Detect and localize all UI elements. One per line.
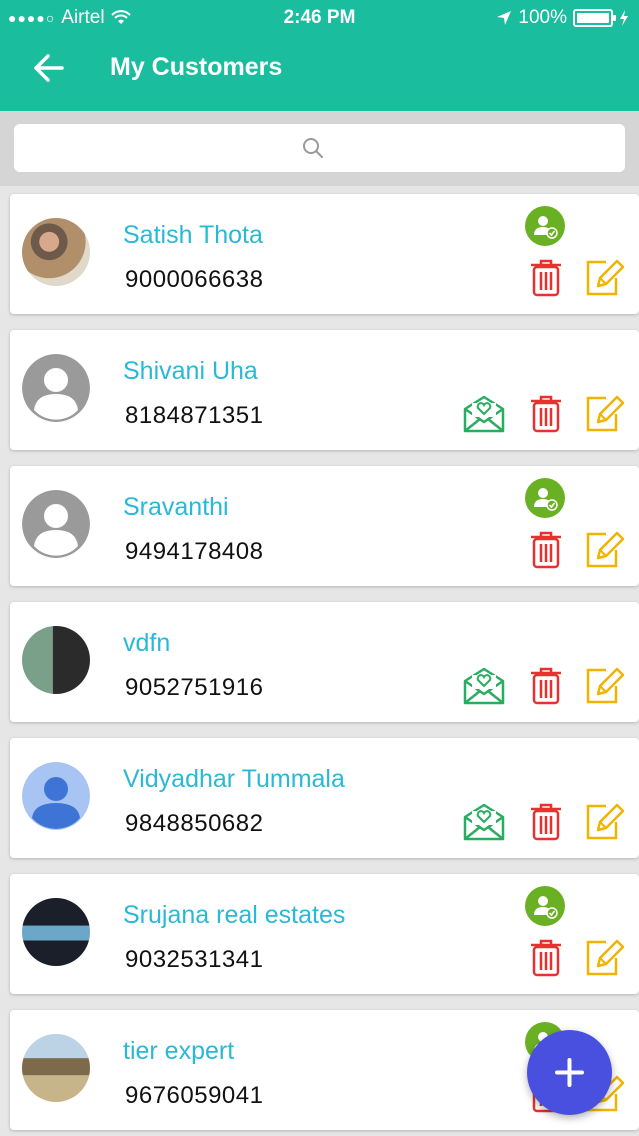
delete-button[interactable] bbox=[527, 528, 565, 570]
invite-button[interactable] bbox=[462, 666, 506, 706]
customer-card[interactable]: Satish Thota 9000066638 bbox=[10, 194, 639, 314]
customer-card[interactable]: Shivani Uha 8184871351 bbox=[10, 330, 639, 450]
status-right: 100% bbox=[496, 7, 629, 29]
customer-phone: 8184871351 bbox=[125, 402, 264, 429]
edit-button[interactable] bbox=[584, 800, 628, 842]
edit-icon bbox=[586, 803, 625, 840]
page-title: My Customers bbox=[110, 53, 283, 81]
customer-phone: 9494178408 bbox=[125, 538, 264, 565]
battery-percent: 100% bbox=[518, 7, 567, 28]
edit-button[interactable] bbox=[584, 936, 628, 978]
customer-phone: 9032531341 bbox=[125, 946, 264, 973]
plus-icon bbox=[555, 1058, 584, 1087]
arrow-left-icon bbox=[34, 54, 64, 82]
customer-card[interactable]: Srujana real estates 9032531341 bbox=[10, 874, 639, 994]
edit-icon bbox=[586, 531, 625, 568]
verified-user-badge bbox=[525, 206, 565, 246]
edit-button[interactable] bbox=[584, 392, 628, 434]
invite-button[interactable] bbox=[462, 802, 506, 842]
edit-icon bbox=[586, 259, 625, 296]
delete-button[interactable] bbox=[527, 392, 565, 434]
search-bar bbox=[0, 111, 639, 186]
search-icon bbox=[303, 138, 323, 158]
charging-icon bbox=[620, 10, 628, 26]
verified-user-icon bbox=[534, 488, 558, 511]
delete-icon bbox=[531, 803, 561, 841]
invite-icon bbox=[463, 803, 505, 841]
status-bar: ●●●●○ Airtel 2:46 PM 100% bbox=[0, 0, 639, 36]
customer-name: Srujana real estates bbox=[123, 901, 346, 929]
avatar-placeholder bbox=[22, 354, 90, 422]
back-button[interactable] bbox=[28, 48, 68, 88]
customer-card[interactable]: Sravanthi 9494178408 bbox=[10, 466, 639, 586]
edit-icon bbox=[586, 939, 625, 976]
invite-button[interactable] bbox=[462, 394, 506, 434]
customer-name: vdfn bbox=[123, 629, 171, 657]
customer-name: Sravanthi bbox=[123, 493, 229, 521]
edit-button[interactable] bbox=[584, 256, 628, 298]
customer-card[interactable]: Vidyadhar Tummala 9848850682 bbox=[10, 738, 639, 858]
verified-user-badge bbox=[525, 478, 565, 518]
delete-button[interactable] bbox=[527, 936, 565, 978]
customer-phone: 9000066638 bbox=[125, 266, 264, 293]
location-arrow-icon bbox=[497, 11, 512, 25]
customer-phone: 9848850682 bbox=[125, 810, 264, 837]
edit-icon bbox=[586, 395, 625, 432]
avatar-photo bbox=[22, 626, 90, 694]
delete-icon bbox=[531, 667, 561, 705]
invite-icon bbox=[463, 395, 505, 433]
verified-user-badge bbox=[525, 886, 565, 926]
delete-icon bbox=[531, 395, 561, 433]
avatar-photo bbox=[22, 1034, 90, 1102]
delete-button[interactable] bbox=[527, 256, 565, 298]
delete-icon bbox=[531, 259, 561, 297]
avatar-photo bbox=[22, 218, 90, 286]
avatar-placeholder bbox=[22, 762, 90, 830]
avatar-placeholder bbox=[22, 490, 90, 558]
delete-button[interactable] bbox=[527, 800, 565, 842]
customer-name: Shivani Uha bbox=[123, 357, 258, 385]
battery-icon bbox=[573, 9, 616, 27]
edit-icon bbox=[586, 667, 625, 704]
delete-icon bbox=[531, 939, 561, 977]
customer-name: tier expert bbox=[123, 1037, 235, 1065]
invite-icon bbox=[463, 667, 505, 705]
customer-card[interactable]: vdfn 9052751916 bbox=[10, 602, 639, 722]
verified-user-icon bbox=[534, 216, 558, 239]
edit-button[interactable] bbox=[584, 664, 628, 706]
delete-button[interactable] bbox=[527, 664, 565, 706]
add-customer-button[interactable] bbox=[527, 1030, 612, 1115]
customer-phone: 9052751916 bbox=[125, 674, 264, 701]
delete-icon bbox=[531, 531, 561, 569]
edit-button[interactable] bbox=[584, 528, 628, 570]
avatar-photo bbox=[22, 898, 90, 966]
customer-name: Satish Thota bbox=[123, 221, 263, 249]
customer-phone: 9676059041 bbox=[125, 1082, 264, 1109]
verified-user-icon bbox=[534, 896, 558, 919]
app-bar: ●●●●○ Airtel 2:46 PM 100% My Customers bbox=[0, 0, 639, 111]
customer-name: Vidyadhar Tummala bbox=[123, 765, 345, 793]
